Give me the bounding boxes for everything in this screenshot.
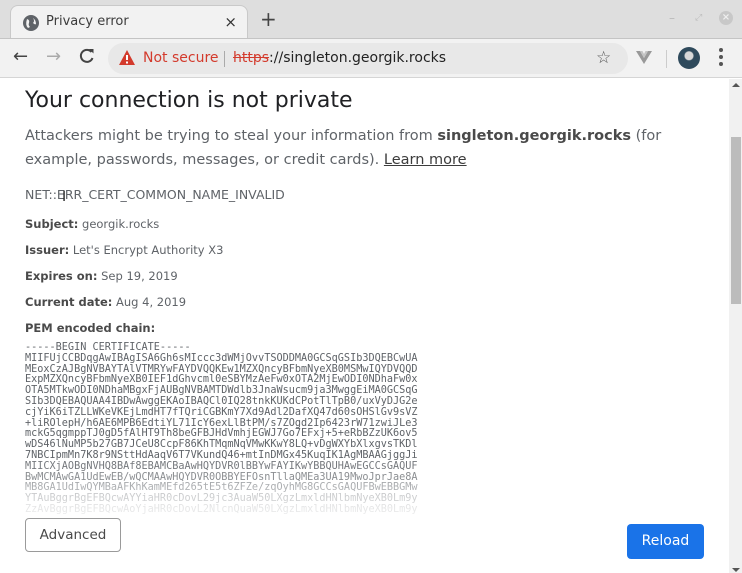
- tab-close-icon[interactable]: ×: [224, 13, 237, 31]
- back-button[interactable]: ←: [13, 47, 28, 67]
- omnibox-separator: [224, 51, 225, 67]
- scrollbar-thumb[interactable]: [731, 137, 741, 304]
- text-cursor-icon: I: [62, 189, 67, 205]
- not-secure-label[interactable]: Not secure: [143, 50, 219, 66]
- explain-prefix: Attackers might be trying to steal your …: [25, 128, 438, 144]
- detail-value: Let's Encrypt Authority X3: [69, 243, 224, 257]
- reload-button[interactable]: Reload: [627, 524, 704, 559]
- detail-pem-label: PEM encoded chain:: [25, 321, 155, 335]
- detail-label: Subject:: [25, 217, 79, 231]
- detail-label: Issuer:: [25, 243, 70, 257]
- tab-title: Privacy error: [46, 14, 129, 29]
- profile-avatar[interactable]: [678, 47, 700, 69]
- browser-toolbar: ← → Not secure https://singleton.georgik…: [0, 38, 742, 78]
- globe-icon: [23, 15, 39, 31]
- minimize-button[interactable]: –: [669, 11, 675, 25]
- title-bar: Privacy error × + – ⤢ ×: [0, 0, 742, 38]
- detail-label: PEM encoded chain:: [25, 321, 156, 335]
- warning-icon: [119, 50, 135, 69]
- detail-subject: Subject: georgik.rocks: [25, 217, 159, 231]
- url-text[interactable]: https://singleton.georgik.rocks: [233, 50, 446, 66]
- tab-privacy-error[interactable]: Privacy error ×: [10, 5, 248, 38]
- learn-more-link[interactable]: Learn more: [384, 152, 467, 168]
- interstitial-page: Your connection is not private Attackers…: [0, 79, 729, 573]
- advanced-button[interactable]: Advanced: [25, 518, 121, 552]
- vue-devtools-extension-icon[interactable]: [636, 49, 652, 68]
- address-bar[interactable]: Not secure https://singleton.georgik.roc…: [108, 43, 628, 74]
- scroll-down-arrow-icon[interactable]: [732, 568, 740, 572]
- detail-value: georgik.rocks: [78, 217, 160, 231]
- detail-label: Current date:: [25, 295, 113, 309]
- pem-line: cjYiK6iTZLLWKeVKEjLmdHT7fTQriCGBKmY7Xd9A…: [25, 406, 418, 418]
- bookmark-star-icon[interactable]: ☆: [596, 48, 611, 68]
- pem-line: MIIFUjCCBDqgAwIBAgISA6Gh6sMIccc3dWMjOvvT…: [25, 352, 418, 364]
- explanation-text: Attackers might be trying to steal your …: [25, 124, 705, 172]
- scroll-up-arrow-icon[interactable]: [732, 83, 740, 87]
- explain-host: singleton.georgik.rocks: [437, 128, 632, 144]
- detail-value: Sep 19, 2019: [97, 269, 178, 283]
- toolbar-separator: [666, 50, 667, 68]
- reload-glyph: [79, 48, 94, 63]
- page-scrollbar[interactable]: [729, 79, 742, 573]
- pem-line: MIICXjAOBgNVHQ8BAf8EBAMCBaAwHQYDVR0lBBYw…: [25, 460, 418, 472]
- forward-button[interactable]: →: [46, 47, 61, 67]
- detail-value: Aug 4, 2019: [112, 295, 187, 309]
- detail-label: Expires on:: [25, 269, 98, 283]
- window-close-button[interactable]: ×: [719, 11, 733, 25]
- reload-icon[interactable]: [78, 47, 96, 70]
- maximize-button[interactable]: ⤢: [695, 13, 702, 23]
- detail-expires: Expires on: Sep 19, 2019: [25, 269, 178, 283]
- detail-issuer: Issuer: Let's Encrypt Authority X3: [25, 243, 223, 257]
- detail-current-date: Current date: Aug 4, 2019: [25, 295, 186, 309]
- new-tab-button[interactable]: +: [260, 9, 277, 29]
- url-scheme: https: [233, 50, 270, 66]
- page-title: Your connection is not private: [25, 88, 353, 113]
- menu-kebab-icon[interactable]: [717, 48, 725, 69]
- url-host: ://singleton.georgik.rocks: [269, 50, 447, 66]
